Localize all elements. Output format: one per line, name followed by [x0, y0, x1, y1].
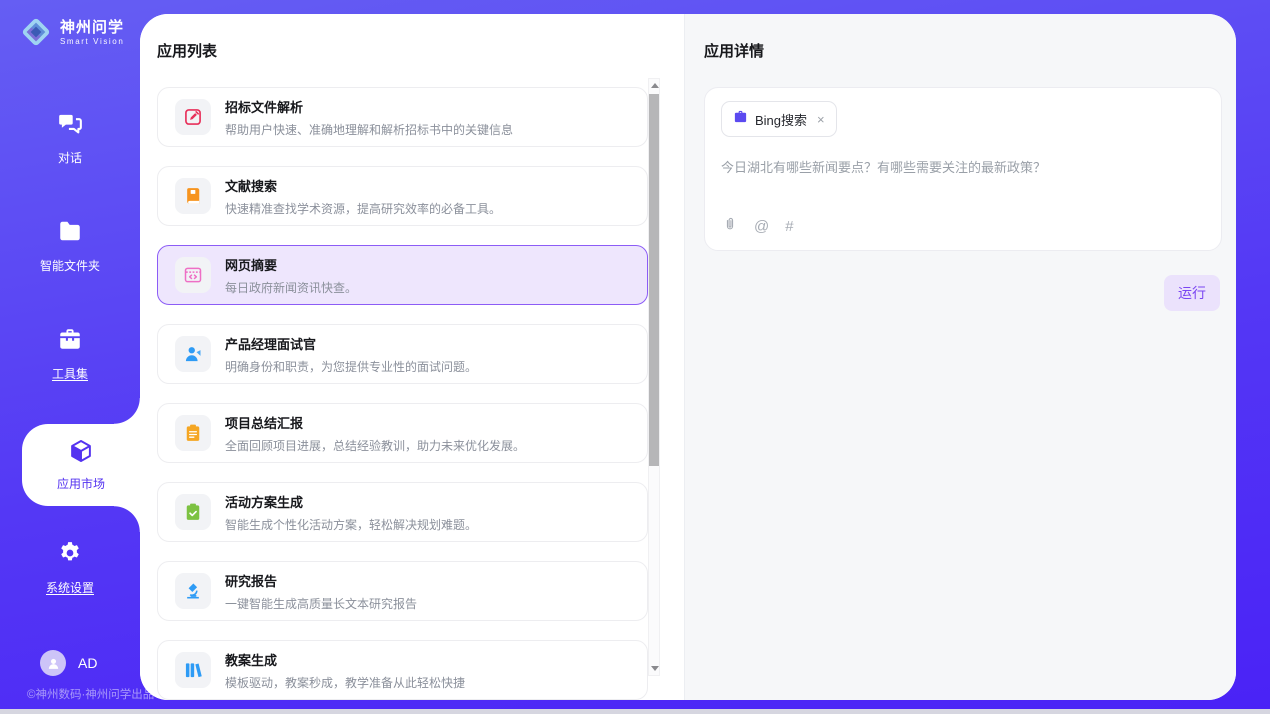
gear-icon [57, 540, 83, 571]
app-description: 一键智能生成高质量长文本研究报告 [225, 595, 417, 612]
user-name: AD [78, 655, 97, 671]
app-name: 研究报告 [225, 571, 417, 590]
microscope-icon [175, 573, 211, 609]
app-description: 模板驱动，教案秒成，教学准备从此轻松快捷 [225, 674, 465, 691]
clipboard-icon [175, 415, 211, 451]
clipboard-check-icon [175, 494, 211, 530]
run-row: 运行 [685, 275, 1220, 311]
brand-name: 神州问学 [60, 19, 124, 37]
briefcase-icon [733, 109, 748, 129]
sidebar: 神州问学 Smart Vision 对话 智能文件夹 工具集 应用市场 系统设置… [0, 0, 140, 714]
edit-doc-icon [175, 99, 211, 135]
attach-toolbar: @ # [722, 216, 794, 237]
app-card[interactable]: 项目总结汇报 全面回顾项目进展，总结经验教训，助力未来优化发展。 [157, 403, 648, 463]
app-description: 快速精准查找学术资源，提高研究效率的必备工具。 [225, 200, 501, 217]
main-content: 应用列表 招标文件解析 帮助用户快速、准确地理解和解析招标书中的关键信息 文献搜… [140, 14, 1236, 700]
window-bottom-edge [0, 709, 1270, 714]
paperclip-icon[interactable] [722, 216, 738, 237]
tool-chip-label: Bing搜索 [755, 110, 807, 129]
app-name: 文献搜索 [225, 176, 501, 195]
web-window-icon [175, 257, 211, 293]
prompt-text[interactable]: 今日湖北有哪些新闻要点？有哪些需要关注的最新政策？ [721, 158, 1205, 178]
app-name: 教案生成 [225, 650, 465, 669]
prompt-input-card[interactable]: Bing搜索 × 今日湖北有哪些新闻要点？有哪些需要关注的最新政策？ @ # [704, 87, 1222, 251]
app-cards: 招标文件解析 帮助用户快速、准确地理解和解析招标书中的关键信息 文献搜索 快速精… [157, 87, 648, 700]
scrollbar-thumb[interactable] [649, 94, 659, 466]
close-icon[interactable]: × [817, 112, 825, 127]
scroll-down-icon[interactable] [651, 666, 659, 671]
toolbox-icon [57, 326, 83, 357]
app-detail-panel: 应用详情 Bing搜索 × 今日湖北有哪些新闻要点？有哪些需要关注的最新政策？ … [684, 14, 1236, 700]
app-description: 全面回顾项目进展，总结经验教训，助力未来优化发展。 [225, 437, 525, 454]
app-list-panel: 应用列表 招标文件解析 帮助用户快速、准确地理解和解析招标书中的关键信息 文献搜… [140, 14, 684, 700]
app-card[interactable]: 文献搜索 快速精准查找学术资源，提高研究效率的必备工具。 [157, 166, 648, 226]
at-icon[interactable]: @ [754, 218, 769, 235]
copyright-footer: ©神州数码·神州问学出品 [27, 686, 154, 702]
app-description: 每日政府新闻资讯快查。 [225, 279, 357, 296]
tool-chip-bing-search[interactable]: Bing搜索 × [721, 101, 837, 137]
app-card[interactable]: 教案生成 模板驱动，教案秒成，教学准备从此轻松快捷 [157, 640, 648, 700]
sidebar-item-chat[interactable]: 对话 [0, 110, 140, 166]
brand-diamond-icon [19, 15, 53, 49]
app-description: 智能生成个性化活动方案，轻松解决规划难题。 [225, 516, 477, 533]
app-list-title: 应用列表 [140, 14, 684, 61]
chat-icon [57, 110, 83, 141]
app-card[interactable]: 网页摘要 每日政府新闻资讯快查。 [157, 245, 648, 305]
app-description: 明确身份和职责，为您提供专业性的面试问题。 [225, 358, 477, 375]
books-icon [175, 652, 211, 688]
cube-icon [68, 438, 94, 469]
avatar [40, 650, 66, 676]
user-account[interactable]: AD [40, 650, 97, 676]
app-description: 帮助用户快速、准确地理解和解析招标书中的关键信息 [225, 121, 513, 138]
app-name: 活动方案生成 [225, 492, 477, 511]
sidebar-item-toolset[interactable]: 工具集 [0, 326, 140, 382]
app-name: 产品经理面试官 [225, 334, 477, 353]
sidebar-item-system-settings[interactable]: 系统设置 [0, 540, 140, 596]
app-detail-title: 应用详情 [685, 14, 1236, 61]
run-button[interactable]: 运行 [1164, 275, 1220, 311]
app-name: 网页摘要 [225, 255, 357, 274]
folder-icon [57, 218, 83, 249]
brand-logo: 神州问学 Smart Vision [19, 15, 124, 49]
app-name: 项目总结汇报 [225, 413, 525, 432]
app-name: 招标文件解析 [225, 97, 513, 116]
sidebar-item-smart-folders[interactable]: 智能文件夹 [0, 218, 140, 274]
scroll-up-icon[interactable] [651, 83, 659, 88]
interviewer-icon [175, 336, 211, 372]
brand-subtitle: Smart Vision [60, 37, 124, 46]
sidebar-item-app-market[interactable]: 应用市场 [22, 424, 140, 506]
hash-icon[interactable]: # [785, 218, 793, 235]
app-card[interactable]: 招标文件解析 帮助用户快速、准确地理解和解析招标书中的关键信息 [157, 87, 648, 147]
book-icon [175, 178, 211, 214]
app-card[interactable]: 活动方案生成 智能生成个性化活动方案，轻松解决规划难题。 [157, 482, 648, 542]
scrollbar[interactable] [648, 78, 660, 676]
app-card[interactable]: 研究报告 一键智能生成高质量长文本研究报告 [157, 561, 648, 621]
app-card[interactable]: 产品经理面试官 明确身份和职责，为您提供专业性的面试问题。 [157, 324, 648, 384]
